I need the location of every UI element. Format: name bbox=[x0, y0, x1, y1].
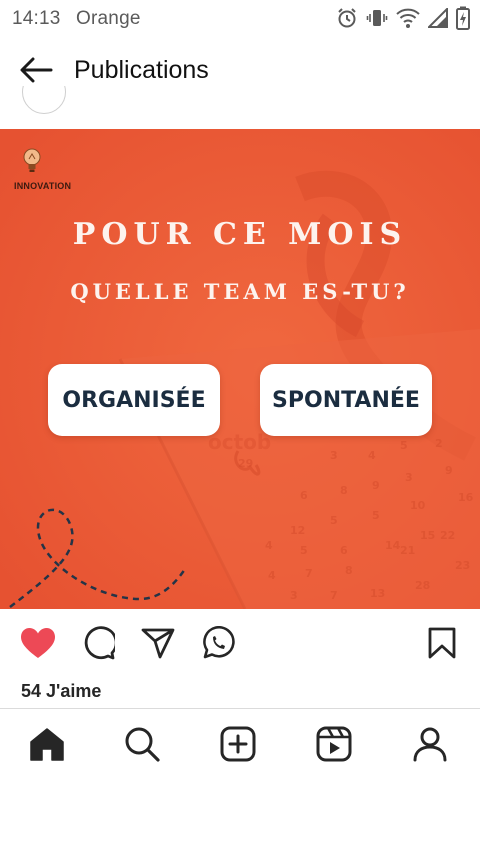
alarm-icon bbox=[336, 7, 358, 29]
lightbulb-icon bbox=[22, 147, 42, 180]
bottom-nav bbox=[0, 709, 480, 783]
reels-icon bbox=[316, 726, 352, 767]
svg-text:7: 7 bbox=[330, 589, 338, 602]
avatar[interactable] bbox=[22, 86, 66, 114]
svg-text:22: 22 bbox=[440, 529, 455, 542]
heart-icon bbox=[20, 627, 56, 664]
bookmark-button[interactable] bbox=[422, 625, 462, 665]
svg-text:21: 21 bbox=[400, 544, 415, 557]
vibrate-icon bbox=[366, 7, 388, 29]
whatsapp-button[interactable] bbox=[198, 625, 238, 665]
nav-create[interactable] bbox=[214, 723, 262, 769]
wifi-icon bbox=[396, 7, 420, 29]
brand-name: INNOVATION bbox=[14, 181, 72, 191]
svg-text:octob: octob bbox=[208, 430, 271, 454]
svg-text:28: 28 bbox=[415, 579, 430, 592]
share-button[interactable] bbox=[138, 625, 178, 665]
svg-text:3: 3 bbox=[405, 471, 413, 484]
svg-text:14: 14 bbox=[385, 539, 401, 552]
app-header: Publications bbox=[0, 36, 480, 108]
svg-text:13: 13 bbox=[370, 587, 385, 600]
post-subheadline: QUELLE TEAM ES-TU? bbox=[70, 279, 410, 304]
brand-logo: INNOVATION bbox=[14, 145, 104, 193]
svg-text:3: 3 bbox=[330, 449, 338, 462]
comment-button[interactable] bbox=[78, 625, 118, 665]
comment-icon bbox=[81, 625, 118, 665]
svg-text:4: 4 bbox=[265, 539, 273, 552]
svg-text:15: 15 bbox=[420, 529, 435, 542]
svg-text:5: 5 bbox=[330, 514, 338, 527]
post-image[interactable]: octob 29 3452 68939 12 5 5 10 16 4 5 6 14 15 478… bbox=[0, 129, 480, 609]
svg-text:23: 23 bbox=[455, 559, 470, 572]
svg-text:10: 10 bbox=[410, 499, 426, 512]
svg-text:16: 16 bbox=[458, 491, 474, 504]
svg-text:3: 3 bbox=[290, 589, 298, 602]
status-bar: 14:13 Orange bbox=[0, 0, 480, 36]
nav-search[interactable] bbox=[118, 723, 166, 769]
status-icons bbox=[336, 6, 470, 30]
svg-text:6: 6 bbox=[340, 544, 348, 557]
battery-charging-icon bbox=[456, 6, 470, 30]
svg-text:8: 8 bbox=[345, 564, 353, 577]
page-title: Publications bbox=[74, 56, 209, 84]
signal-icon bbox=[428, 8, 448, 28]
svg-text:4: 4 bbox=[368, 449, 376, 462]
share-icon bbox=[141, 627, 175, 664]
profile-icon bbox=[412, 726, 448, 767]
post-actions bbox=[0, 609, 480, 679]
option-organisee-button[interactable]: ORGANISÉE bbox=[48, 364, 220, 436]
svg-text:7: 7 bbox=[305, 567, 313, 580]
svg-text:5: 5 bbox=[372, 509, 380, 522]
svg-text:9: 9 bbox=[445, 464, 453, 477]
svg-text:2: 2 bbox=[435, 437, 443, 450]
bookmark-icon bbox=[428, 627, 456, 664]
option-spontanee-button[interactable]: SPONTANÉE bbox=[260, 364, 432, 436]
home-icon bbox=[29, 727, 65, 766]
status-left: 14:13 Orange bbox=[12, 8, 151, 30]
svg-text:5: 5 bbox=[400, 439, 408, 452]
svg-text:9: 9 bbox=[372, 479, 380, 492]
post-headline: POUR CE MOIS bbox=[72, 217, 408, 252]
svg-text:8: 8 bbox=[340, 484, 348, 497]
svg-text:5: 5 bbox=[300, 544, 308, 557]
arrow-left-icon bbox=[19, 57, 53, 88]
like-button[interactable] bbox=[18, 625, 58, 665]
likes-count[interactable]: 54 J'aime bbox=[21, 681, 101, 702]
nav-profile[interactable] bbox=[406, 723, 454, 769]
whatsapp-icon bbox=[201, 625, 235, 665]
nav-reels[interactable] bbox=[310, 723, 358, 769]
svg-text:6: 6 bbox=[300, 489, 308, 502]
svg-text:4: 4 bbox=[268, 569, 276, 582]
search-icon bbox=[124, 726, 160, 767]
svg-text:12: 12 bbox=[290, 524, 305, 537]
create-icon bbox=[220, 726, 256, 767]
status-carrier: Orange bbox=[76, 8, 141, 29]
nav-home[interactable] bbox=[23, 723, 71, 769]
status-time: 14:13 bbox=[12, 8, 61, 29]
